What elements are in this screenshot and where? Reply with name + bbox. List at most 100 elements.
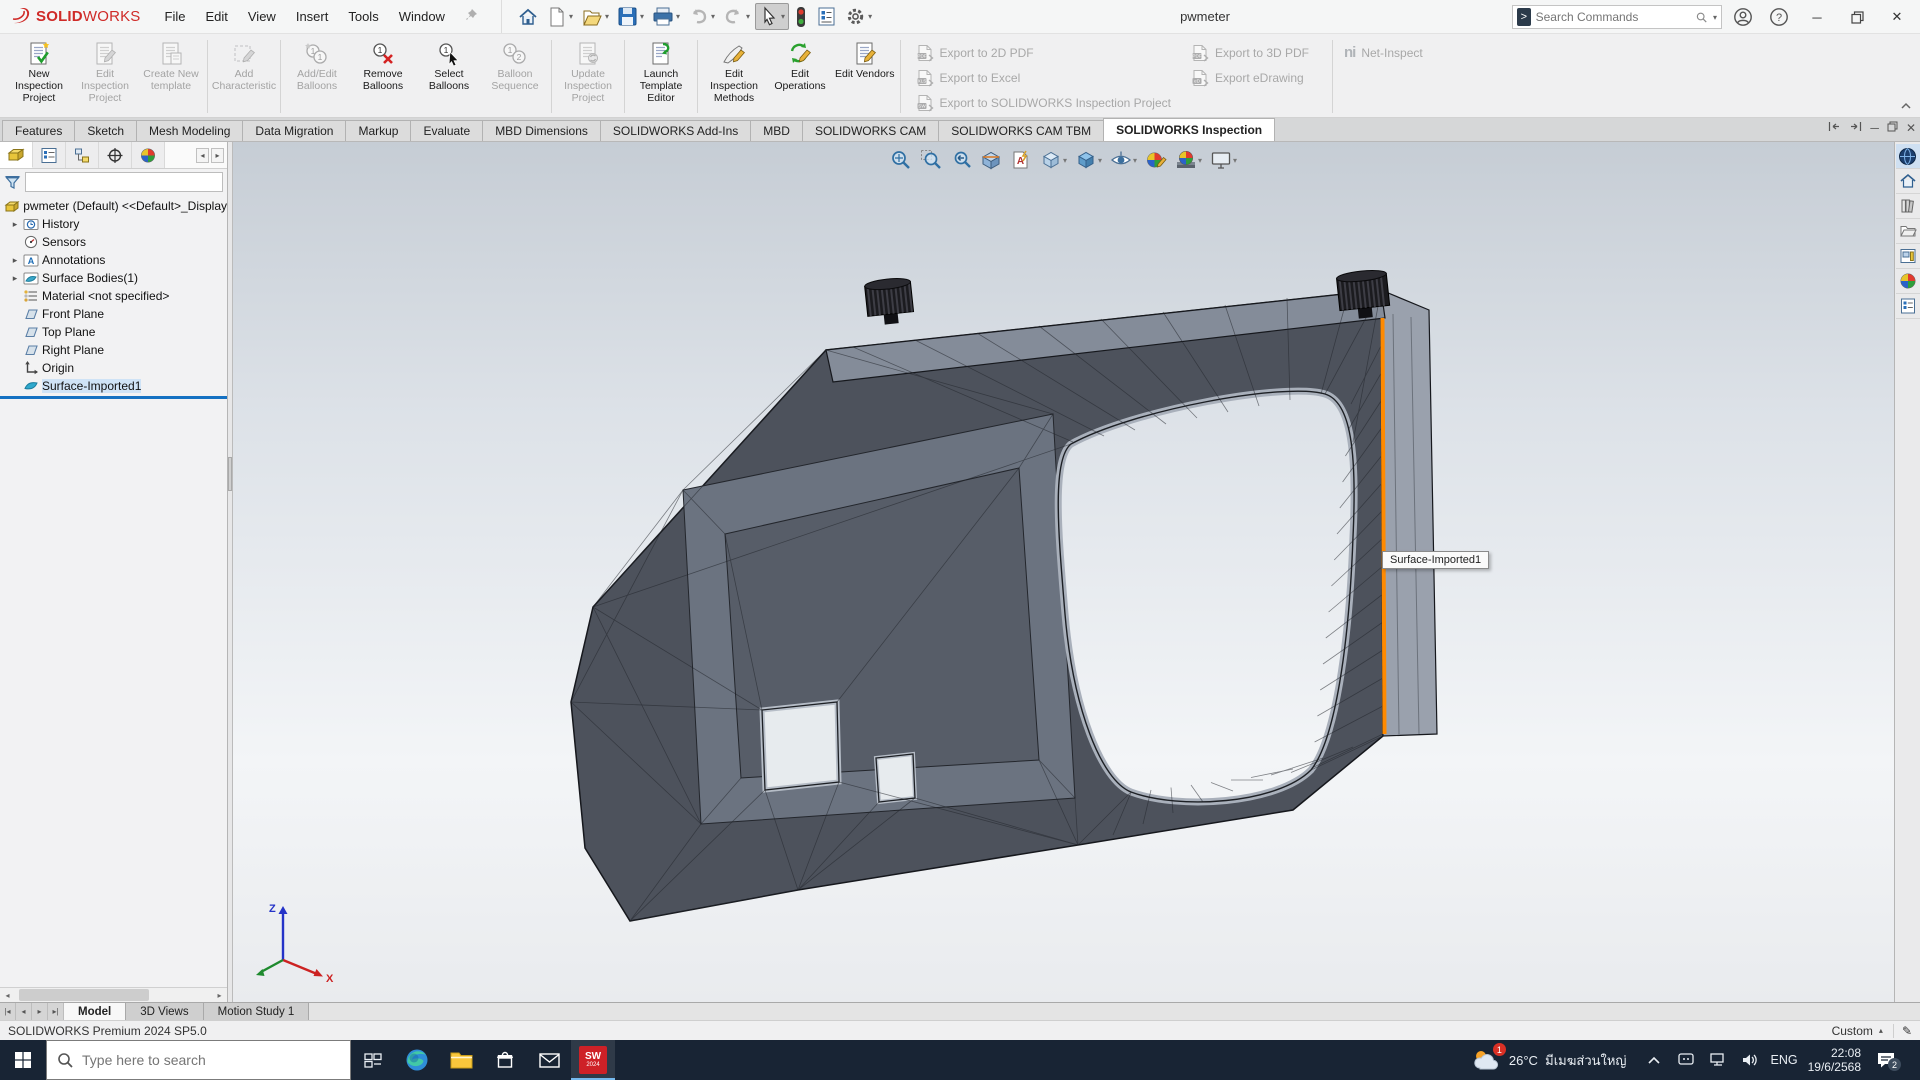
fm-tab-scroll-right[interactable]: ▸ [211,148,224,163]
panel-horizontal-scrollbar[interactable]: ◂ ▸ [0,987,227,1002]
display-style-icon[interactable]: ▾ [1073,147,1104,173]
ribbon-button-new-project[interactable]: New Inspection Project [6,36,72,117]
fm-tab-scroll-left[interactable]: ◂ [196,148,209,163]
tab-solidworks-cam[interactable]: SOLIDWORKS CAM [802,120,939,141]
mail-icon[interactable] [527,1040,571,1080]
view-palette-icon[interactable] [1896,244,1920,269]
ribbon-collapse-chevron[interactable] [1900,99,1912,113]
tab-dimxpertmanager[interactable] [99,142,132,168]
doc-close-icon[interactable]: ✕ [1906,122,1916,134]
start-button[interactable] [0,1040,46,1080]
dynamic-annotation-views-icon[interactable]: A [1008,147,1034,173]
view-orientation-icon[interactable]: ▾ [1038,147,1069,173]
file-explorer-pane-icon[interactable] [1896,219,1920,244]
edit-appearance-icon[interactable] [1143,147,1169,173]
tab-propertymanager[interactable] [33,142,66,168]
tree-item-material-not-specified[interactable]: Material <not specified> [0,287,227,305]
hide-show-items-icon[interactable]: ▾ [1108,147,1139,173]
taskbar-search[interactable] [46,1040,351,1080]
remote-desktop-icon[interactable] [1675,1052,1697,1068]
search-dropdown-caret[interactable]: ▾ [1713,13,1717,22]
file-properties-button[interactable] [813,4,840,29]
taskbar-search-input[interactable] [82,1052,340,1068]
tab-solidworks-cam-tbm[interactable]: SOLIDWORKS CAM TBM [938,120,1104,141]
nav-first-icon[interactable]: |◂ [0,1003,16,1020]
language-indicator[interactable]: ENG [1771,1053,1798,1067]
3dexperience-icon[interactable] [1896,144,1920,169]
scroll-thumb[interactable] [19,989,149,1001]
nav-last-icon[interactable]: ▸| [48,1003,64,1020]
solidworks-taskbar-icon[interactable]: SW2024 [571,1040,615,1080]
mesh-model[interactable] [233,142,1894,1002]
filter-funnel-icon[interactable] [4,174,21,191]
tree-item-right-plane[interactable]: Right Plane [0,341,227,359]
graphics-viewport[interactable]: A ▾ ▾ ▾ ▾ ▾ Surface-Imported1 Z X [233,142,1894,1002]
scroll-track[interactable] [15,988,212,1002]
menu-view[interactable]: View [238,0,286,33]
tree-item-annotations[interactable]: ▸AAnnotations [0,251,227,269]
tab-data-migration[interactable]: Data Migration [242,120,346,141]
menu-insert[interactable]: Insert [286,0,339,33]
pin-icon[interactable] [463,7,479,26]
menu-file[interactable]: File [155,0,196,33]
weather-widget[interactable]: 1 26°C มีเมฆส่วนใหญ่ [1466,1047,1633,1073]
tab-solidworks-add-ins[interactable]: SOLIDWORKS Add-Ins [600,120,751,141]
ribbon-button-edit-operations[interactable]: Edit Operations [767,36,833,117]
tree-item-origin[interactable]: Origin [0,359,227,377]
select-tool-button[interactable]: ▾ [755,3,789,30]
splitter-grip[interactable] [228,457,232,491]
ribbon-button-balloon-select[interactable]: 1Select Balloons [416,36,482,117]
tab-evaluate[interactable]: Evaluate [410,120,483,141]
ribbon-button-edit-methods[interactable]: Edit Inspection Methods [701,36,767,117]
zoom-to-area-icon[interactable] [918,147,944,173]
menu-edit[interactable]: Edit [195,0,237,33]
tray-chevron-icon[interactable] [1643,1055,1665,1065]
menu-window[interactable]: Window [389,0,455,33]
quick-tips-icon[interactable]: ✎ [1902,1024,1912,1038]
expander-icon[interactable]: ▸ [8,255,22,266]
edge-browser-icon[interactable] [395,1040,439,1080]
nav-prev-icon[interactable]: ◂ [16,1003,32,1020]
search-commands[interactable]: > ▾ [1512,5,1722,29]
doc-tab-3d-views[interactable]: 3D Views [126,1003,203,1020]
design-library-icon[interactable] [1896,194,1920,219]
doc-restore-icon[interactable] [1887,121,1898,134]
tab-displaymanager[interactable] [132,142,165,168]
tab-mbd-dimensions[interactable]: MBD Dimensions [482,120,601,141]
menu-tools[interactable]: Tools [338,0,388,33]
tab-configurationmanager[interactable] [66,142,99,168]
magnifier-icon[interactable] [1696,10,1707,25]
tab-solidworks-inspection[interactable]: SOLIDWORKS Inspection [1103,118,1275,141]
network-icon[interactable] [1707,1052,1729,1068]
rollback-bar[interactable] [0,396,227,399]
appearances-scenes-icon[interactable] [1896,269,1920,294]
new-document-button[interactable]: ▾ [544,4,576,30]
save-button[interactable]: ▾ [614,4,647,29]
tree-item-front-plane[interactable]: Front Plane [0,305,227,323]
tree-item-history[interactable]: ▸History [0,215,227,233]
tree-filter-input[interactable] [25,172,223,192]
previous-view-icon[interactable] [948,147,974,173]
tab-featuremanager-tree[interactable] [0,142,33,168]
home-pane-icon[interactable] [1896,169,1920,194]
print-button[interactable]: ▾ [649,4,683,29]
open-document-button[interactable]: ▾ [578,4,612,30]
store-icon[interactable] [483,1040,527,1080]
tab-mbd[interactable]: MBD [750,120,803,141]
zoom-to-fit-icon[interactable] [888,147,914,173]
user-account-icon[interactable] [1728,3,1758,31]
doc-tab-model[interactable]: Model [64,1003,126,1020]
clock[interactable]: 22:08 19/6/2568 [1808,1046,1861,1074]
section-view-icon[interactable] [978,147,1004,173]
nav-next-icon[interactable]: ▸ [32,1003,48,1020]
expander-icon[interactable]: ▸ [8,219,22,230]
display-state-selector[interactable]: Custom▴ [1832,1024,1894,1038]
close-button[interactable]: ✕ [1880,2,1914,32]
volume-icon[interactable] [1739,1052,1761,1068]
tab-features[interactable]: Features [2,120,75,141]
apply-scene-icon[interactable]: ▾ [1173,147,1204,173]
dock-left-icon[interactable] [1828,121,1841,134]
minimize-button[interactable]: ─ [1800,2,1834,32]
tab-sketch[interactable]: Sketch [74,120,137,141]
ribbon-button-template-editor[interactable]: Launch Template Editor [628,36,694,117]
